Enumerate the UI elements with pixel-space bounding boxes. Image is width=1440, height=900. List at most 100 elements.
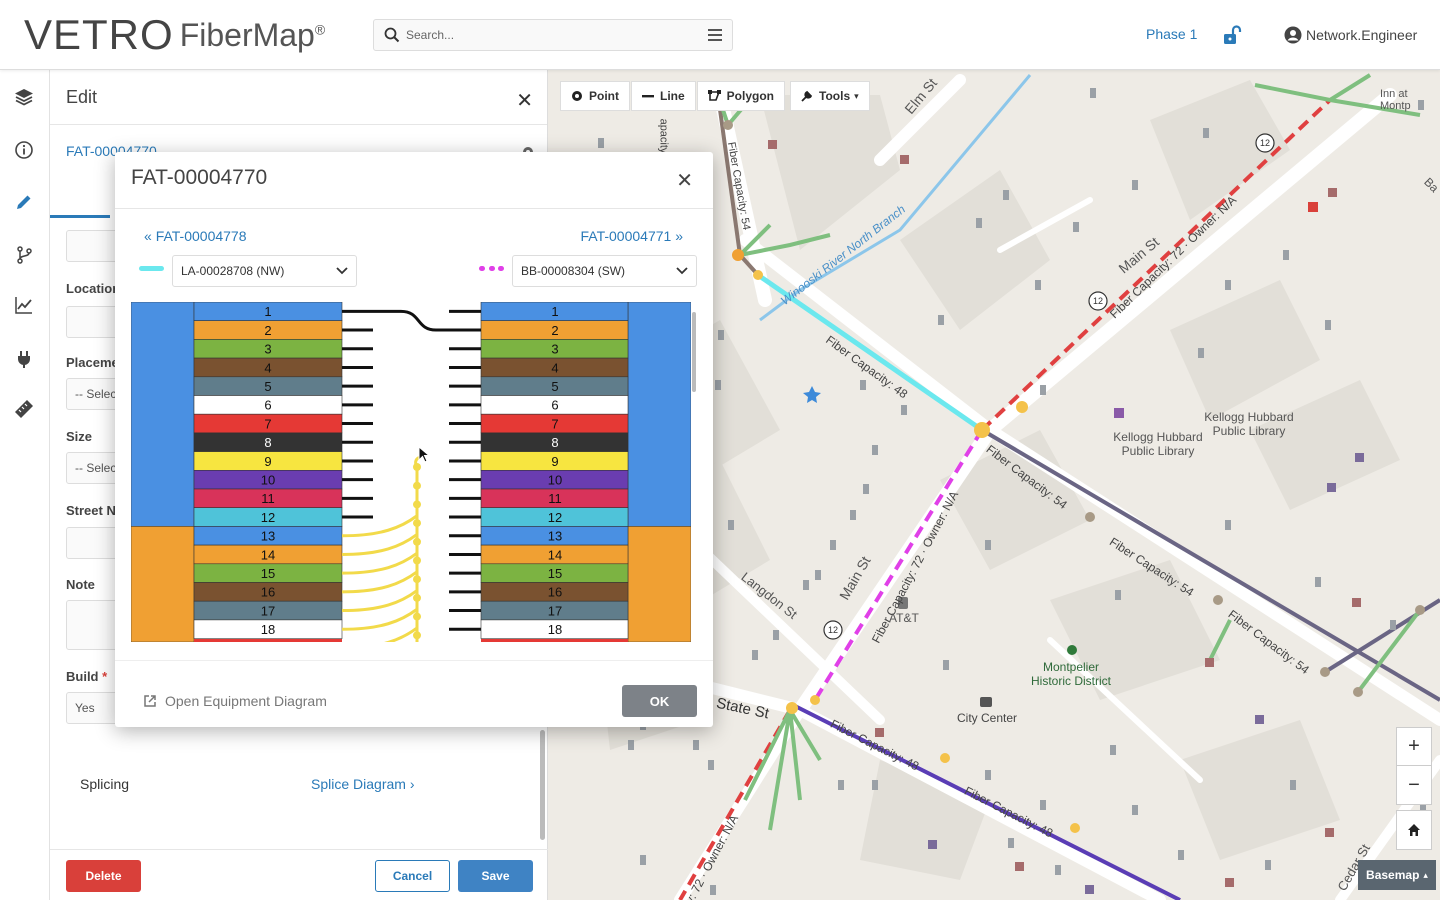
user-menu[interactable]: Network.Engineer	[1284, 26, 1417, 44]
chevron-down-icon	[676, 267, 688, 275]
left-fiber-number: 3	[264, 342, 271, 357]
left-fiber-number: 9	[264, 454, 271, 469]
polygon-tool-button[interactable]: Polygon	[696, 81, 786, 111]
right-fiber-number: 14	[548, 547, 562, 562]
ok-button[interactable]: OK	[622, 685, 697, 717]
splice-diagram[interactable]: 1 1 2 2 3 3 4 4 5 5 6 6 7 7 8 8 9 9 10 10 11 11 12 12 13 13 14 14 15…	[131, 302, 691, 642]
modal-header: FAT-00004770 ✕	[115, 152, 713, 209]
open-equipment-diagram-link[interactable]: Open Equipment Diagram	[143, 693, 327, 709]
left-fiber-number: 8	[264, 435, 271, 450]
diagram-scrollbar[interactable]	[692, 312, 696, 392]
left-fiber-number: 2	[264, 323, 271, 338]
splicing-label: Splicing	[80, 776, 130, 792]
top-bar: VETRO FiberMap® Phase 1 Network.Engineer	[0, 0, 1440, 70]
edit-panel-header: Edit ✕	[50, 70, 547, 125]
polygon-icon	[707, 90, 721, 101]
home-button[interactable]	[1397, 811, 1431, 849]
chevron-down-icon	[336, 267, 348, 275]
drop-fiber	[341, 570, 418, 594]
pencil-icon[interactable]	[12, 190, 36, 214]
right-fiber-19-sliver	[481, 639, 628, 642]
placement-label: Placeme	[66, 355, 119, 370]
splice-modal: FAT-00004770 ✕ « FAT-00004778 FAT-000047…	[115, 152, 713, 727]
left-fiber-number: 7	[264, 416, 271, 431]
logo-main: VETRO	[24, 11, 174, 58]
poi-label: Montpelier Historic District	[1031, 660, 1111, 688]
splice-diagram-svg: 1 12 23 34 45 56 67 78 89 910 1011 1112 1213 1314 1415…	[131, 302, 691, 642]
fiber-label: apacity	[657, 118, 670, 154]
panel-scrollbar[interactable]	[540, 730, 545, 840]
splice-connection	[342, 309, 481, 332]
plug-icon[interactable]	[12, 347, 36, 371]
point-tool-button[interactable]: Point	[560, 81, 630, 111]
close-icon[interactable]: ✕	[516, 88, 533, 113]
analytics-chart-icon[interactable]	[12, 293, 36, 317]
drop-fiber	[341, 514, 418, 538]
tools-dropdown-button[interactable]: Tools ▾	[790, 81, 870, 111]
unlock-icon[interactable]	[1222, 25, 1242, 48]
left-fiber-number: 13	[261, 529, 275, 544]
delete-button[interactable]: Delete	[66, 860, 141, 892]
branch-icon[interactable]	[12, 243, 36, 267]
left-fiber-number: 14	[261, 547, 275, 562]
left-cable-swatch	[139, 266, 164, 271]
swatch-dot	[479, 266, 485, 271]
active-tab-indicator	[50, 215, 110, 218]
drop-node	[413, 631, 421, 640]
search-box[interactable]	[373, 19, 733, 51]
right-fiber-number: 15	[548, 566, 562, 581]
drop-node	[413, 537, 421, 546]
modal-close-icon[interactable]: ✕	[676, 168, 693, 193]
prev-fat-link[interactable]: « FAT-00004778	[144, 228, 247, 244]
right-fiber-number: 12	[548, 510, 562, 525]
right-fiber-number: 9	[551, 454, 558, 469]
logo-product: FiberMap®	[179, 16, 326, 53]
size-label: Size	[66, 429, 93, 444]
right-fiber-number: 16	[548, 585, 562, 600]
user-avatar-icon	[1284, 26, 1302, 44]
double-chevron-left-icon: «	[144, 228, 152, 244]
right-fiber-number: 6	[551, 398, 558, 413]
save-button[interactable]: Save	[458, 860, 533, 892]
left-icon-bar	[0, 70, 50, 900]
menu-icon[interactable]	[708, 29, 722, 41]
wrench-icon	[801, 90, 813, 102]
search-input[interactable]	[406, 28, 708, 42]
left-fiber-number: 17	[261, 603, 275, 618]
next-fat-link[interactable]: FAT-00004771 »	[581, 228, 684, 244]
line-tool-button[interactable]: Line	[631, 81, 696, 111]
route-shield-label: 12	[1260, 138, 1271, 148]
left-fiber-number: 1	[264, 304, 271, 319]
drop-node	[413, 519, 421, 528]
right-fiber-number: 1	[551, 304, 558, 319]
modal-footer: Open Equipment Diagram OK	[115, 660, 713, 727]
drop-fiber	[341, 551, 418, 575]
user-name: Network.Engineer	[1306, 27, 1418, 43]
double-chevron-right-icon: »	[675, 228, 683, 244]
info-icon[interactable]	[12, 138, 36, 162]
left-fiber-19-sliver	[194, 639, 342, 642]
route-shield-label: 12	[1093, 296, 1104, 306]
layers-icon[interactable]	[12, 85, 36, 109]
splice-diagram-link[interactable]: Splice Diagram ›	[311, 776, 415, 792]
drop-node	[413, 500, 421, 509]
phase-selector[interactable]: Phase 1	[1146, 26, 1197, 42]
cancel-button[interactable]: Cancel	[375, 860, 450, 892]
poi-label: City Center	[957, 711, 1018, 725]
swatch-dot	[488, 266, 495, 271]
left-fiber-number: 6	[264, 398, 271, 413]
left-fiber-number: 16	[261, 585, 275, 600]
drop-fiber	[341, 533, 418, 556]
zoom-in-button[interactable]: +	[1397, 728, 1431, 766]
external-link-icon	[144, 695, 156, 707]
vetro-logo[interactable]: VETRO FiberMap®	[24, 10, 325, 60]
right-cable-select[interactable]: BB-00008304 (SW)	[512, 255, 697, 287]
edit-panel-title: Edit	[66, 86, 98, 107]
zoom-out-button[interactable]: −	[1397, 766, 1431, 804]
left-cable-select[interactable]: LA-00028708 (NW)	[172, 255, 357, 287]
ruler-icon[interactable]	[12, 397, 36, 421]
edit-panel-footer: Delete Cancel Save	[50, 849, 548, 900]
left-tube-orange	[131, 526, 195, 642]
right-fiber-number: 8	[551, 435, 558, 450]
basemap-button[interactable]: Basemap ▴	[1358, 860, 1436, 890]
